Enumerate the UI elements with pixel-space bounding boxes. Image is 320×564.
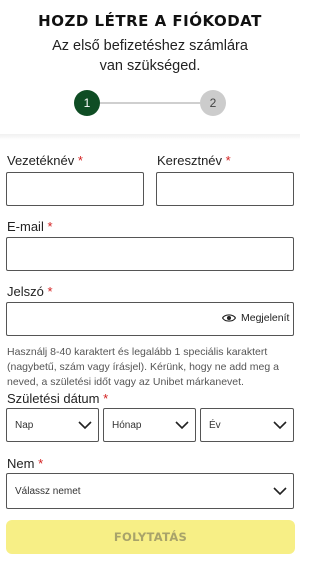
birthdate-label: Születési dátum * [7, 391, 109, 406]
eye-icon [222, 314, 236, 322]
last-name-field[interactable] [6, 172, 144, 206]
day-select-value: Nap [15, 419, 34, 431]
header-divider [0, 134, 300, 140]
last-name-label: Vezetéknév * [7, 153, 83, 168]
required-asterisk: * [47, 284, 53, 299]
step-1-indicator: 1 [74, 90, 100, 116]
progress-stepper: 1 2 [0, 90, 300, 118]
page-title: HOZD LÉTRE A FIÓKODAT [38, 12, 262, 30]
password-visibility-toggle[interactable]: Megjelenít [222, 310, 289, 326]
password-toggle-label: Megjelenít [241, 312, 290, 324]
month-select[interactable]: Hónap [103, 408, 196, 442]
password-help-text: Használj 8-40 karaktert és legalább 1 sp… [7, 346, 279, 388]
chevron-down-icon [273, 487, 287, 496]
required-asterisk: * [225, 153, 231, 168]
chevron-down-icon [175, 421, 189, 430]
continue-button[interactable]: FOLYTATÁS [6, 520, 295, 554]
gender-select[interactable]: Válassz nemet [6, 473, 294, 509]
stepper-connector [100, 102, 200, 104]
first-name-field[interactable] [156, 172, 294, 206]
gender-select-value: Válassz nemet [15, 485, 81, 497]
month-select-value: Hónap [112, 419, 142, 431]
signup-header: HOZD LÉTRE A FIÓKODAT Az első befizetésh… [0, 0, 300, 136]
page-subtitle: Az első befizetéshez számlára van szüksé… [52, 38, 248, 74]
step-2-indicator: 2 [200, 90, 226, 116]
day-select[interactable]: Nap [6, 408, 99, 442]
password-label: Jelszó * [7, 284, 53, 299]
gender-label: Nem * [7, 456, 44, 471]
required-asterisk: * [77, 153, 83, 168]
year-select-value: Év [209, 419, 221, 431]
required-asterisk: * [47, 219, 53, 234]
required-asterisk: * [103, 391, 109, 406]
year-select[interactable]: Év [200, 408, 294, 442]
email-field[interactable] [6, 237, 294, 271]
chevron-down-icon [273, 421, 287, 430]
chevron-down-icon [78, 421, 92, 430]
email-label: E-mail * [7, 219, 53, 234]
required-asterisk: * [38, 456, 44, 471]
first-name-label: Keresztnév * [157, 153, 231, 168]
